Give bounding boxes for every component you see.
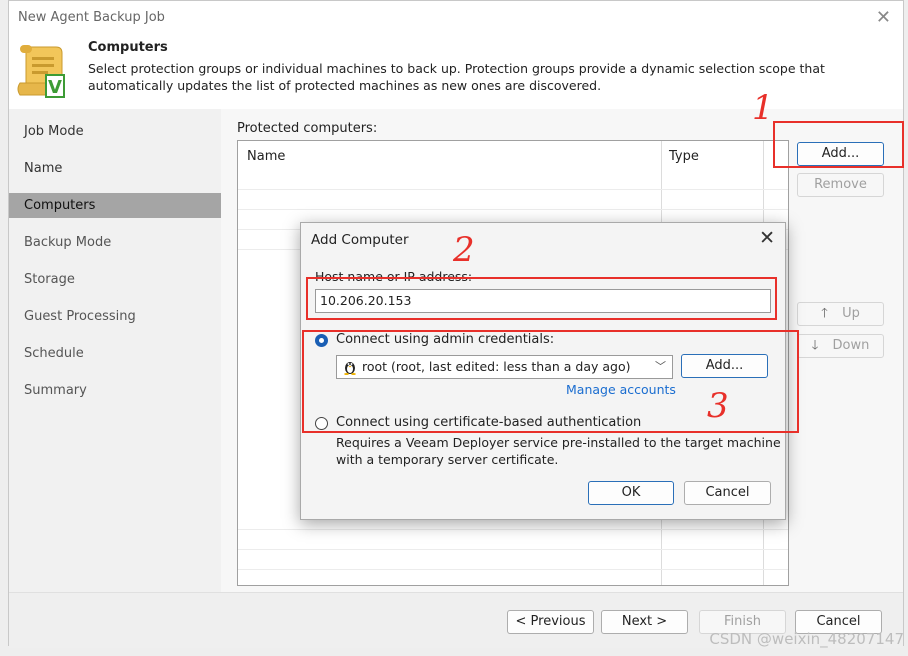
row-divider — [238, 209, 788, 210]
previous-button[interactable]: < Previous — [507, 610, 594, 634]
ok-button[interactable]: OK — [588, 481, 674, 505]
step-job-mode[interactable]: Job Mode — [9, 119, 221, 144]
step-computers[interactable]: Computers — [9, 193, 221, 218]
row-divider — [238, 529, 788, 530]
row-divider — [238, 569, 788, 570]
annotation-number-2: 2 — [453, 230, 475, 270]
next-button[interactable]: Next > — [601, 610, 688, 634]
close-icon[interactable]: ✕ — [876, 7, 891, 28]
column-header-type[interactable]: Type — [669, 149, 699, 164]
step-guest-processing[interactable]: Guest Processing — [9, 304, 221, 329]
column-header-name[interactable]: Name — [247, 149, 285, 164]
scroll-checkmark-icon: V — [17, 45, 65, 98]
move-up-button[interactable]: 🡑 Up — [797, 302, 884, 326]
dialog-title: Add Computer — [311, 232, 409, 248]
annotation-number-3: 3 — [707, 386, 729, 426]
step-storage[interactable]: Storage — [9, 267, 221, 292]
step-title: Computers — [88, 40, 168, 55]
step-summary[interactable]: Summary — [9, 378, 221, 403]
wizard-steps-sidebar: Job Mode Name Computers Backup Mode Stor… — [9, 109, 221, 592]
step-backup-mode[interactable]: Backup Mode — [9, 230, 221, 255]
dialog-close-icon[interactable]: ✕ — [759, 227, 775, 249]
certificate-note-line2: with a temporary server certificate. — [336, 452, 559, 467]
row-divider — [238, 189, 788, 190]
move-down-button[interactable]: 🡓 Down — [797, 334, 884, 358]
window-title: New Agent Backup Job — [18, 10, 165, 25]
annotation-number-1: 1 — [752, 88, 774, 128]
certificate-note-line1: Requires a Veeam Deployer service pre-in… — [336, 435, 781, 450]
step-schedule[interactable]: Schedule — [9, 341, 221, 366]
move-down-label: Down — [832, 338, 870, 353]
row-divider — [238, 549, 788, 550]
protected-computers-label: Protected computers: — [237, 121, 378, 136]
arrow-up-icon: 🡑 — [821, 306, 828, 321]
annotation-box-2 — [306, 277, 777, 320]
watermark: CSDN @weixin_48207147 — [709, 630, 904, 648]
step-name[interactable]: Name — [9, 156, 221, 181]
certificate-note: Requires a Veeam Deployer service pre-in… — [336, 434, 781, 468]
arrow-down-icon: 🡓 — [811, 338, 819, 353]
move-up-label: Up — [842, 306, 860, 321]
remove-button[interactable]: Remove — [797, 173, 884, 197]
title-bar: New Agent Backup Job ✕ — [9, 1, 903, 37]
annotation-box-1 — [773, 121, 904, 168]
dialog-cancel-button[interactable]: Cancel — [684, 481, 771, 505]
svg-text:V: V — [48, 77, 62, 98]
